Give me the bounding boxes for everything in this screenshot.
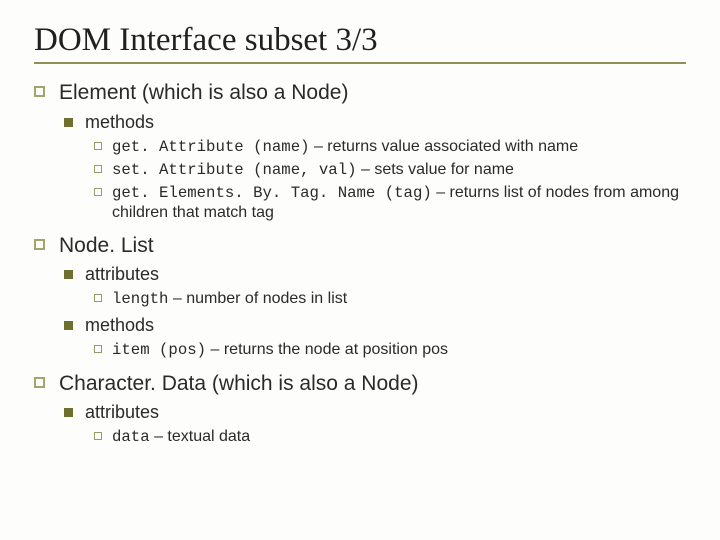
subsection: attributes: [64, 402, 686, 424]
item-code: set. Attribute (name, val): [112, 161, 357, 179]
list-item: length – number of nodes in list: [94, 289, 686, 309]
bullet-solid-icon: [64, 321, 73, 330]
heading-text: Element (which is also a Node): [59, 80, 686, 106]
bullet-solid-icon: [64, 270, 73, 279]
item-code: get. Elements. By. Tag. Name (tag): [112, 184, 432, 202]
item-desc: – number of nodes in list: [168, 290, 347, 307]
item-text: data – textual data: [112, 427, 686, 447]
list-item: set. Attribute (name, val) – sets value …: [94, 160, 686, 180]
slide-title: DOM Interface subset 3/3: [34, 22, 686, 58]
list-item: item (pos) – returns the node at positio…: [94, 340, 686, 360]
slide-content: Element (which is also a Node) methods g…: [34, 80, 686, 447]
heading-text: Character. Data (which is also a Node): [59, 371, 686, 397]
item-text: set. Attribute (name, val) – sets value …: [112, 160, 686, 180]
subsection-label: methods: [85, 315, 686, 337]
item-desc: – returns the node at position pos: [206, 341, 448, 358]
subsection-label: attributes: [85, 264, 686, 286]
bullet-hollow-icon: [34, 86, 45, 97]
item-text: item (pos) – returns the node at positio…: [112, 340, 686, 360]
bullet-small-hollow-icon: [94, 432, 102, 440]
bullet-small-hollow-icon: [94, 294, 102, 302]
item-code: length: [112, 290, 168, 308]
title-rule: [34, 62, 686, 64]
bullet-hollow-icon: [34, 377, 45, 388]
list-item: data – textual data: [94, 427, 686, 447]
bullet-small-hollow-icon: [94, 165, 102, 173]
item-desc: – textual data: [150, 428, 251, 445]
item-code: get. Attribute (name): [112, 138, 310, 156]
item-text: length – number of nodes in list: [112, 289, 686, 309]
list-item: get. Attribute (name) – returns value as…: [94, 137, 686, 157]
bullet-hollow-icon: [34, 239, 45, 250]
item-text: get. Attribute (name) – returns value as…: [112, 137, 686, 157]
item-desc: – returns value associated with name: [310, 138, 579, 155]
item-code: item (pos): [112, 341, 206, 359]
item-code: data: [112, 428, 150, 446]
subsection: methods: [64, 112, 686, 134]
bullet-solid-icon: [64, 118, 73, 127]
bullet-small-hollow-icon: [94, 188, 102, 196]
heading-text: Node. List: [59, 233, 686, 259]
item-desc: – sets value for name: [357, 161, 514, 178]
section-heading: Node. List: [34, 233, 686, 259]
bullet-solid-icon: [64, 408, 73, 417]
bullet-small-hollow-icon: [94, 345, 102, 353]
slide: DOM Interface subset 3/3 Element (which …: [0, 0, 720, 540]
item-text: get. Elements. By. Tag. Name (tag) – ret…: [112, 183, 686, 223]
subsection-label: attributes: [85, 402, 686, 424]
section-heading: Character. Data (which is also a Node): [34, 371, 686, 397]
list-item: get. Elements. By. Tag. Name (tag) – ret…: [94, 183, 686, 223]
bullet-small-hollow-icon: [94, 142, 102, 150]
subsection-label: methods: [85, 112, 686, 134]
subsection: attributes: [64, 264, 686, 286]
subsection: methods: [64, 315, 686, 337]
section-heading: Element (which is also a Node): [34, 80, 686, 106]
